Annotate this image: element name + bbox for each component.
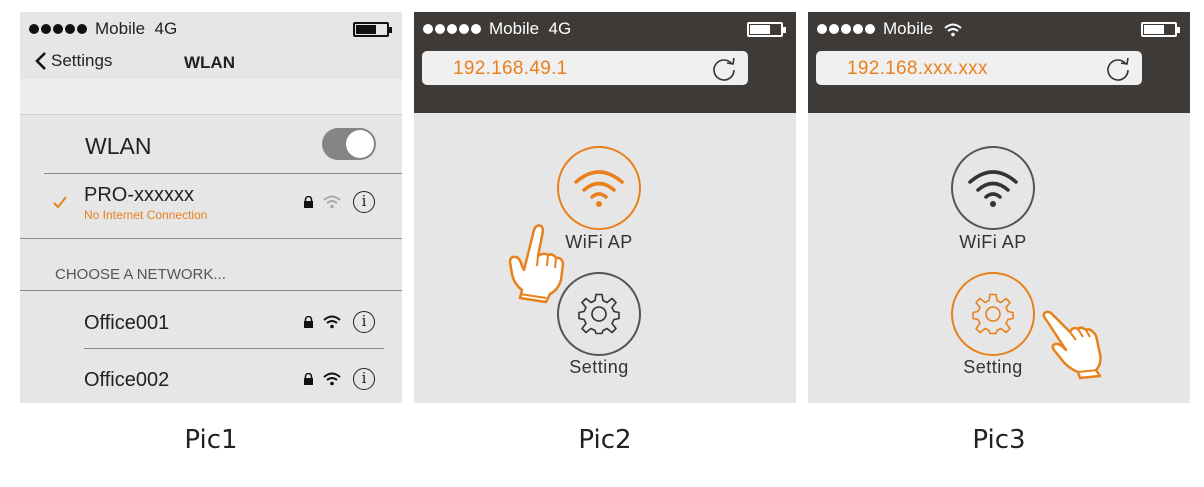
wifi-icon <box>968 170 1018 207</box>
carrier-name: Mobile <box>489 19 540 38</box>
wifi-status-icon <box>944 23 962 36</box>
status-bar: Mobile 4G <box>414 12 796 46</box>
carrier-name: Mobile <box>883 19 934 38</box>
lock-icon <box>304 316 313 328</box>
back-label: Settings <box>51 51 113 70</box>
network-type: 4G <box>548 19 572 38</box>
refresh-icon[interactable] <box>710 55 738 81</box>
carrier-name: Mobile <box>95 19 146 38</box>
nav-bar: Settings WLAN <box>20 48 402 78</box>
address-text: 192.168.49.1 <box>453 58 568 79</box>
gear-icon <box>578 293 620 335</box>
pic1-wlan-settings-screen: Mobile 4G Settings WLAN WLAN PRO-xxxxxx … <box>20 12 402 403</box>
connected-network-name: PRO-xxxxxx <box>84 184 194 206</box>
back-button[interactable]: Settings <box>34 51 112 71</box>
info-icon[interactable]: i <box>353 311 375 333</box>
browser-header: Mobile 4G 192.168.49.1 <box>414 12 796 113</box>
signal-dots-icon <box>817 24 875 34</box>
caption-pic2: Pic2 <box>578 425 632 455</box>
address-bar[interactable]: 192.168.49.1 <box>422 51 748 85</box>
tap-hand-icon <box>1042 310 1102 380</box>
page-title: WLAN <box>184 53 235 72</box>
carrier-label: Mobile 4G <box>489 19 571 39</box>
network-row-office002[interactable]: Office002 i <box>20 349 402 403</box>
wifi-ap-button[interactable] <box>951 146 1035 230</box>
connected-network-row[interactable]: PRO-xxxxxx No Internet Connection i <box>20 174 402 230</box>
wifi-ap-label: WiFi AP <box>959 232 1027 252</box>
wlan-toggle[interactable] <box>322 128 376 160</box>
signal-dots-icon <box>29 24 87 34</box>
wifi-icon <box>323 372 341 386</box>
wifi-ap-button[interactable] <box>557 146 641 230</box>
setting-button[interactable] <box>951 272 1035 356</box>
gear-icon <box>972 293 1014 335</box>
divider <box>20 238 402 239</box>
battery-icon <box>747 22 786 37</box>
wlan-toggle-row: WLAN <box>20 115 402 173</box>
caption-pic3: Pic3 <box>972 425 1026 455</box>
connection-status: No Internet Connection <box>84 208 208 222</box>
network-name: Office002 <box>84 369 170 391</box>
divider <box>20 290 402 291</box>
battery-icon <box>1141 22 1180 37</box>
pic3-app-home-screen: Mobile 192.168.xxx.xxx WiFi AP Setting <box>808 12 1190 403</box>
chevron-left-icon <box>35 52 46 70</box>
spacer <box>20 79 402 115</box>
carrier-label: Mobile <box>883 19 962 39</box>
caption-pic1: Pic1 <box>184 425 238 455</box>
carrier-label: Mobile 4G <box>95 19 177 39</box>
address-text: 192.168.xxx.xxx <box>847 58 988 79</box>
signal-dots-icon <box>423 24 481 34</box>
info-icon[interactable]: i <box>353 191 375 213</box>
address-bar[interactable]: 192.168.xxx.xxx <box>816 51 1142 85</box>
setting-label: Setting <box>569 357 629 377</box>
status-bar: Mobile 4G <box>20 12 402 46</box>
lock-icon <box>304 373 313 385</box>
checkmark-icon <box>53 196 67 209</box>
info-icon[interactable]: i <box>353 368 375 390</box>
network-name: Office001 <box>84 312 170 334</box>
wifi-icon <box>323 315 341 329</box>
browser-header: Mobile 192.168.xxx.xxx <box>808 12 1190 113</box>
network-type: 4G <box>154 19 178 38</box>
lock-icon <box>304 196 313 208</box>
network-row-office001[interactable]: Office001 i <box>20 292 402 348</box>
status-bar: Mobile <box>808 12 1190 46</box>
wlan-label: WLAN <box>85 133 152 159</box>
tap-hand-icon <box>508 224 565 304</box>
refresh-icon[interactable] <box>1104 55 1132 81</box>
section-header-label: CHOOSE A NETWORK... <box>55 266 226 283</box>
wifi-weak-icon <box>323 195 341 209</box>
battery-icon <box>353 22 392 37</box>
wifi-icon <box>574 170 624 207</box>
section-header: CHOOSE A NETWORK... <box>20 240 402 290</box>
pic2-app-home-screen: Mobile 4G 192.168.49.1 WiFi AP Setting <box>414 12 796 403</box>
